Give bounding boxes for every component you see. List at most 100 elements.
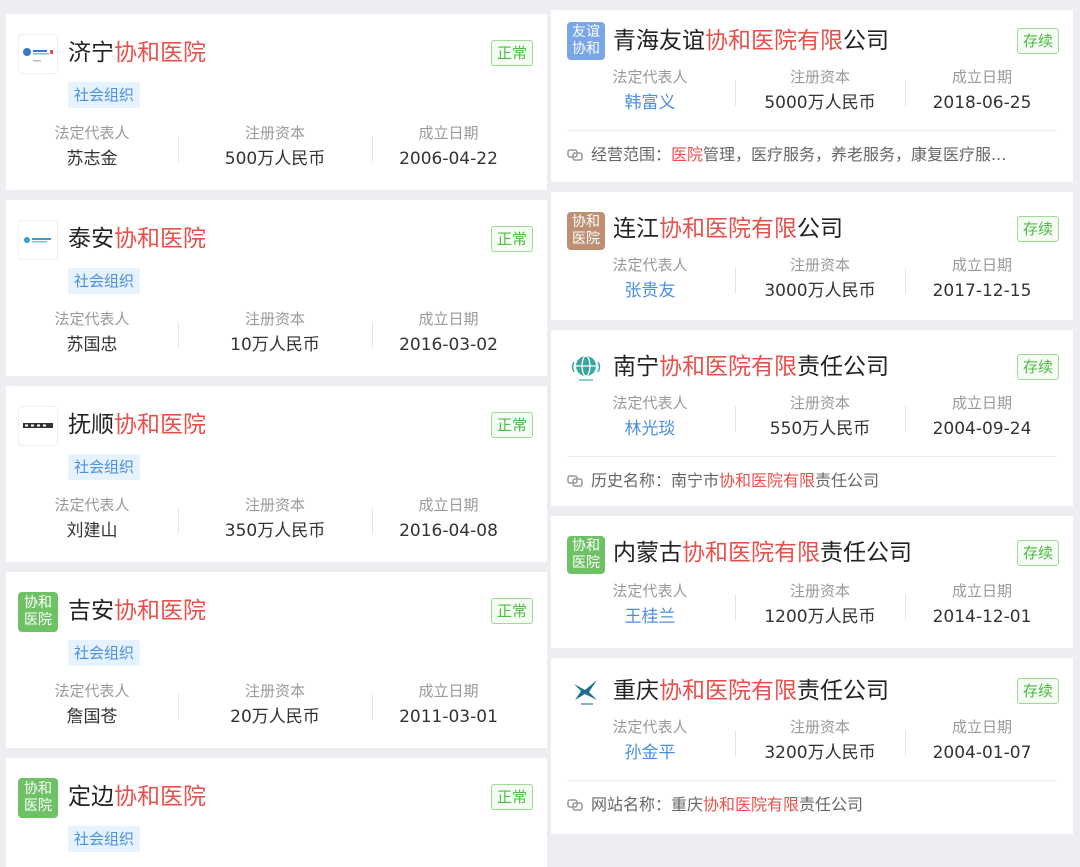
legal-rep-label: 法定代表人 (54, 124, 130, 142)
scope-text: 管理，医疗服务，养老服务，康复医疗服... (703, 145, 1007, 164)
date-field: 成立日期 2016-04-08 (372, 494, 525, 548)
company-logo: 协和医院 (18, 592, 58, 632)
link-icon (567, 799, 583, 811)
business-scope-row[interactable]: 经营范围：医院管理，医疗服务，养老服务，康复医疗服... (567, 130, 1057, 179)
capital-value: 10万人民币 (230, 335, 320, 355)
capital-label: 注册资本 (244, 682, 305, 700)
company-logo (18, 406, 58, 446)
company-card[interactable]: 泰安协和医院 正常 社会组织 法定代表人 苏国忠 注册资本 10万人民币 成立日… (6, 200, 547, 376)
capital-field: 注册资本 500万人民币 (178, 122, 372, 176)
company-name-prefix: 重庆 (613, 678, 659, 704)
company-name[interactable]: 济宁协和医院 (68, 36, 437, 70)
date-field: 成立日期 2017-12-15 (905, 254, 1073, 308)
legal-rep-link[interactable]: 张贵友 (565, 276, 735, 306)
capital-field: 注册资本 20万人民币 (178, 680, 372, 734)
jining-hospital-emblem-icon (23, 48, 53, 62)
company-name[interactable]: 定边协和医院 (68, 780, 437, 814)
company-name-suffix: 责任公司 (797, 354, 889, 380)
legal-rep-field: 法定代表人 詹国苍 (6, 680, 178, 734)
org-type-tag: 社会组织 (68, 454, 141, 480)
scope-highlight: 医院 (671, 145, 704, 164)
capital-label: 注册资本 (244, 124, 305, 142)
company-name-suffix: 责任公司 (797, 678, 889, 704)
company-name[interactable]: 吉安协和医院 (68, 594, 437, 628)
company-card[interactable]: 协和医院 吉安协和医院 正常 社会组织 法定代表人 詹国苍 注册资本 20万人民… (6, 572, 547, 748)
date-label: 成立日期 (418, 310, 479, 328)
company-card[interactable]: 协和医院 内蒙古协和医院有限责任公司 存续 法定代表人 王桂兰 注册资本 120… (551, 516, 1073, 648)
capital-value: 350万人民币 (224, 521, 326, 541)
capital-field: 注册资本 1200万人民币 (735, 580, 905, 634)
company-name[interactable]: 泰安协和医院 (68, 222, 437, 256)
date-value: 2004-09-24 (932, 419, 1032, 439)
status-badge: 正常 (491, 412, 533, 438)
company-card[interactable]: 重庆协和医院有限责任公司 存续 法定代表人 孙金平 注册资本 3200万人民币 … (551, 658, 1073, 834)
company-name[interactable]: 青海友谊协和医院有限公司 (613, 24, 963, 58)
date-label: 成立日期 (418, 124, 479, 142)
company-name[interactable]: 内蒙古协和医院有限责任公司 (613, 536, 963, 570)
company-card[interactable]: 抚顺协和医院 正常 社会组织 法定代表人 刘建山 注册资本 350万人民币 成立… (6, 386, 547, 562)
company-fields: 法定代表人 苏国忠 注册资本 10万人民币 成立日期 2016-03-02 (6, 308, 547, 362)
chongqing-bird-icon (574, 680, 597, 705)
legal-rep-link[interactable]: 孙金平 (565, 738, 735, 768)
capital-label: 注册资本 (244, 310, 305, 328)
company-fields: 法定代表人 孙金平 注册资本 3200万人民币 成立日期 2004-01-07 (551, 716, 1073, 770)
legal-rep-link[interactable]: 王桂兰 (565, 602, 735, 632)
company-name-highlight: 协和医院 (114, 226, 206, 252)
company-logo (567, 672, 605, 710)
company-name-highlight: 协和医院有限 (682, 540, 820, 566)
company-card[interactable]: 友谊协和 青海友谊协和医院有限公司 存续 法定代表人 韩富义 注册资本 5000… (551, 10, 1073, 182)
company-name[interactable]: 连江协和医院有限公司 (613, 212, 963, 246)
status-badge: 存续 (1017, 28, 1059, 54)
company-name-highlight: 协和医院 (114, 784, 206, 810)
legal-rep-value: 苏国忠 (66, 335, 118, 355)
company-name[interactable]: 重庆协和医院有限责任公司 (613, 674, 963, 708)
company-card[interactable]: 协和医院 定边协和医院 正常 社会组织 (6, 758, 547, 867)
website-suffix: 责任公司 (799, 795, 864, 814)
date-field: 成立日期 2016-03-02 (372, 308, 525, 362)
legal-rep-field: 法定代表人 林光琰 (565, 392, 735, 446)
status-badge: 正常 (491, 598, 533, 624)
company-name-prefix: 内蒙古 (613, 540, 682, 566)
company-card[interactable]: 济宁协和医院 正常 社会组织 法定代表人 苏志金 注册资本 500万人民币 成立… (6, 14, 547, 190)
date-field: 成立日期 2006-04-22 (372, 122, 525, 176)
company-name-prefix: 定边 (68, 784, 114, 810)
scope-label: 经营范围： (591, 145, 672, 164)
legal-rep-value: 詹国苍 (66, 707, 118, 727)
date-value: 2006-04-22 (399, 149, 498, 169)
date-value: 2004-01-07 (932, 743, 1032, 763)
capital-value: 3200万人民币 (764, 743, 876, 763)
capital-value: 20万人民币 (230, 707, 320, 727)
company-card[interactable]: 南宁协和医院有限责任公司 存续 法定代表人 林光琰 注册资本 550万人民币 成… (551, 330, 1073, 506)
history-suffix: 责任公司 (815, 471, 880, 490)
company-name[interactable]: 南宁协和医院有限责任公司 (613, 350, 963, 384)
date-field: 成立日期 2004-09-24 (905, 392, 1073, 446)
company-name-suffix: 责任公司 (820, 540, 912, 566)
legal-rep-label: 法定代表人 (612, 394, 688, 412)
company-name-prefix: 济宁 (68, 40, 114, 66)
date-label: 成立日期 (951, 582, 1012, 600)
org-type-tag: 社会组织 (68, 640, 141, 666)
company-name-prefix: 青海友谊 (613, 28, 705, 54)
company-logo (567, 348, 605, 386)
company-name-prefix: 吉安 (68, 598, 114, 624)
capital-label: 注册资本 (789, 582, 850, 600)
company-card[interactable]: 协和医院 连江协和医院有限公司 存续 法定代表人 张贵友 注册资本 3000万人… (551, 192, 1073, 320)
company-logo: 友谊协和 (567, 22, 605, 60)
company-name[interactable]: 抚顺协和医院 (68, 408, 437, 442)
legal-rep-value: 苏志金 (66, 149, 118, 169)
company-name-highlight: 协和医院有限 (659, 354, 797, 380)
date-field: 成立日期 2018-06-25 (905, 66, 1073, 120)
legal-rep-label: 法定代表人 (612, 68, 688, 86)
legal-rep-field: 法定代表人 苏志金 (6, 122, 178, 176)
legal-rep-link[interactable]: 林光琰 (565, 414, 735, 444)
capital-value: 3000万人民币 (764, 281, 876, 301)
legal-rep-link[interactable]: 韩富义 (565, 88, 735, 118)
capital-label: 注册资本 (244, 496, 305, 514)
org-type-tag: 社会组织 (68, 82, 141, 108)
capital-field: 注册资本 350万人民币 (178, 494, 372, 548)
date-label: 成立日期 (951, 68, 1012, 86)
capital-field: 注册资本 5000万人民币 (735, 66, 905, 120)
website-name-row[interactable]: 网站名称：重庆协和医院有限责任公司 (567, 780, 1057, 829)
history-name-row[interactable]: 历史名称：南宁市协和医院有限责任公司 (567, 456, 1057, 505)
company-name-highlight: 协和医院有限 (705, 28, 843, 54)
